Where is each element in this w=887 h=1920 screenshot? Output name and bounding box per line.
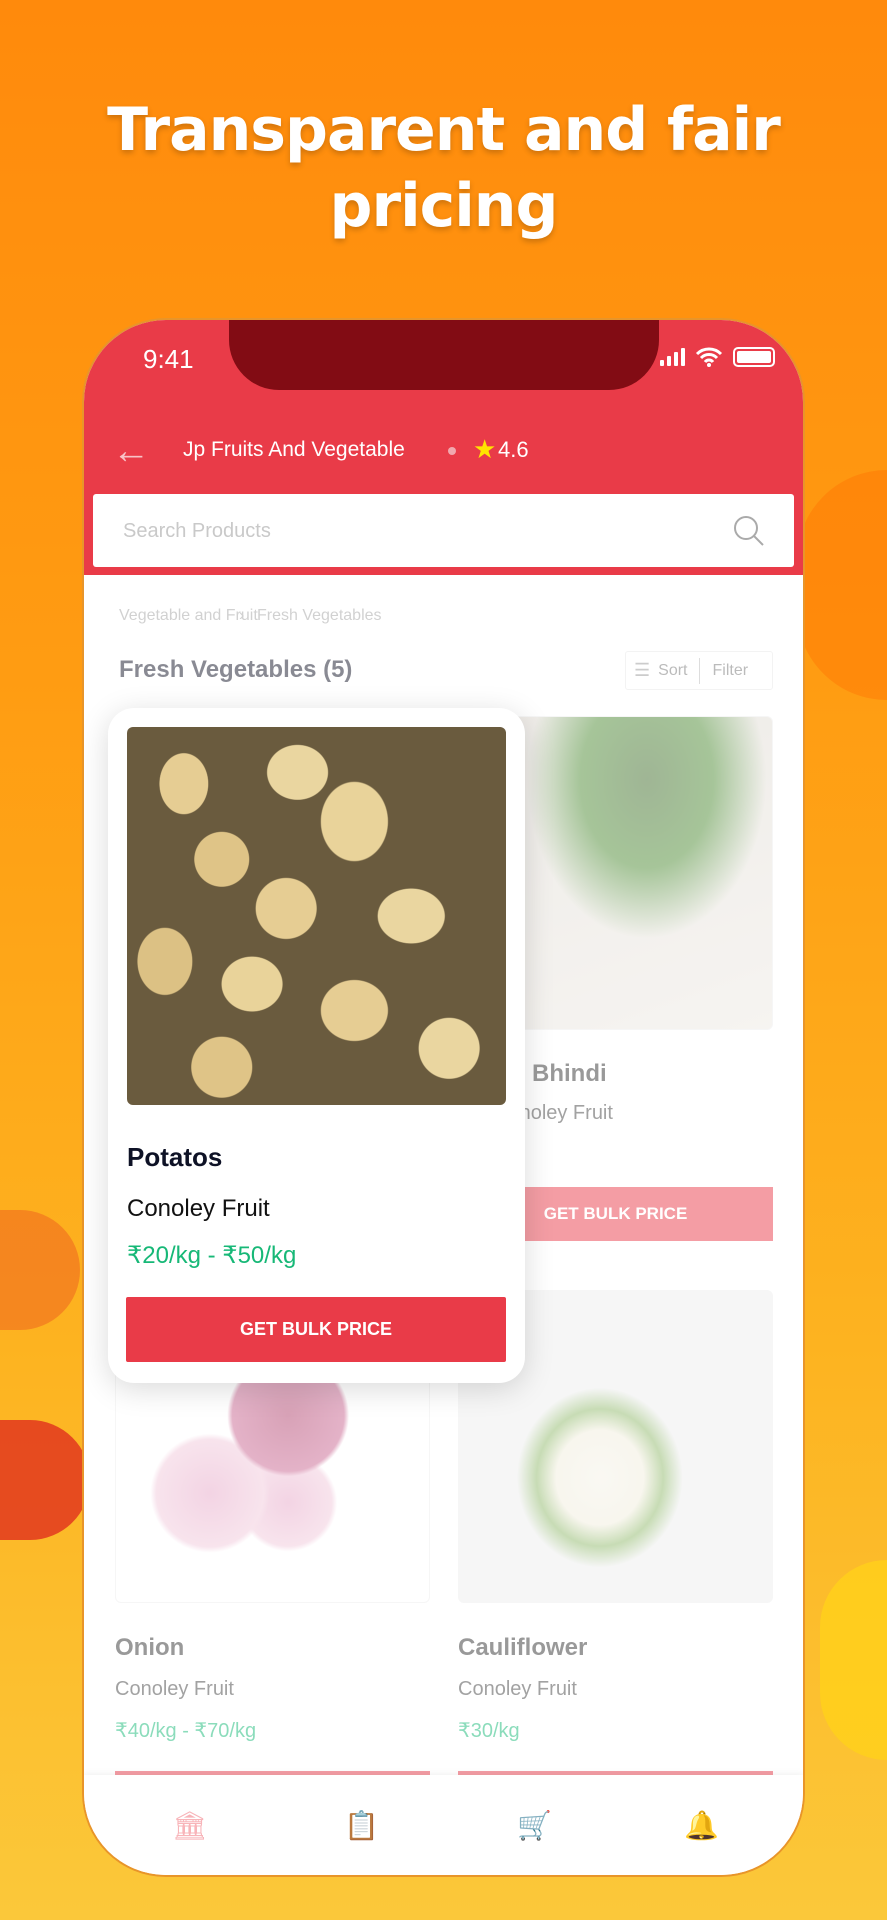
sliders-icon: ☰ xyxy=(634,660,651,680)
popup-get-bulk-price-button[interactable]: GET BULK PRICE xyxy=(126,1297,506,1362)
section-title: Fresh Vegetables (5) xyxy=(119,656,353,683)
filter-button[interactable]: Filter xyxy=(712,662,748,680)
headline: Transparent and fair pricing xyxy=(0,92,887,244)
product-price: ₹30/kg xyxy=(458,1720,520,1742)
popup-product-price: ₹20/kg - ₹50/kg xyxy=(127,1242,297,1269)
status-icons xyxy=(660,347,775,367)
product-name: Bhindi xyxy=(532,1060,607,1087)
battery-icon xyxy=(733,347,775,367)
product-name: Cauliflower xyxy=(458,1634,588,1661)
shop-rating: 4.6 xyxy=(498,437,529,462)
clipboard-icon[interactable]: 📋 xyxy=(344,1809,379,1841)
star-icon: ★ xyxy=(473,434,497,464)
chevron-right-icon: › xyxy=(239,607,245,624)
product-name: Onion xyxy=(115,1634,185,1661)
notch xyxy=(229,320,659,390)
decor-lemon xyxy=(820,1560,887,1760)
wifi-icon xyxy=(695,347,723,367)
arrow-left-icon[interactable]: ← xyxy=(112,432,150,470)
headline-line-1: Transparent and fair xyxy=(107,95,781,165)
product-image-potato xyxy=(127,727,506,1105)
breadcrumb-item-1[interactable]: Vegetable and Fruit xyxy=(119,607,258,625)
product-price: ₹40/kg - ₹70/kg xyxy=(115,1720,257,1742)
decor-carrot xyxy=(0,1210,80,1330)
sort-filter-box: ☰ Sort Filter xyxy=(625,651,773,690)
popup-product-seller: Conoley Fruit xyxy=(127,1195,270,1222)
bottom-nav: 🏛 📋 🛒 🔔 xyxy=(84,1775,803,1875)
breadcrumb-item-2[interactable]: Fresh Vegetables xyxy=(257,607,382,625)
shop-name: Jp Fruits And Vegetable xyxy=(183,438,405,461)
product-seller: Conoley Fruit xyxy=(115,1678,234,1700)
search-input[interactable]: Search Products xyxy=(93,494,794,567)
app-header: 9:41 ← Jp Fruits And Vegetable ★ 4.6 Sea… xyxy=(84,320,803,575)
cart-icon[interactable]: 🛒 xyxy=(517,1809,552,1841)
headline-line-2: pricing xyxy=(329,171,559,241)
search-icon[interactable] xyxy=(732,514,766,548)
separator-dot xyxy=(448,447,456,455)
decor-orange-slice xyxy=(797,470,887,700)
search-placeholder: Search Products xyxy=(123,520,271,542)
product-seller: Conoley Fruit xyxy=(458,1678,577,1700)
bell-icon[interactable]: 🔔 xyxy=(684,1809,719,1841)
product-popup-card[interactable]: Potatos Conoley Fruit ₹20/kg - ₹50/kg GE… xyxy=(108,708,525,1383)
popup-product-name: Potatos xyxy=(127,1142,223,1172)
store-icon[interactable]: 🏛 xyxy=(172,1809,208,1841)
decor-tomato xyxy=(0,1420,90,1540)
signal-icon xyxy=(660,348,685,366)
status-time: 9:41 xyxy=(143,344,194,374)
sort-button[interactable]: Sort xyxy=(658,662,687,680)
divider xyxy=(699,657,701,684)
